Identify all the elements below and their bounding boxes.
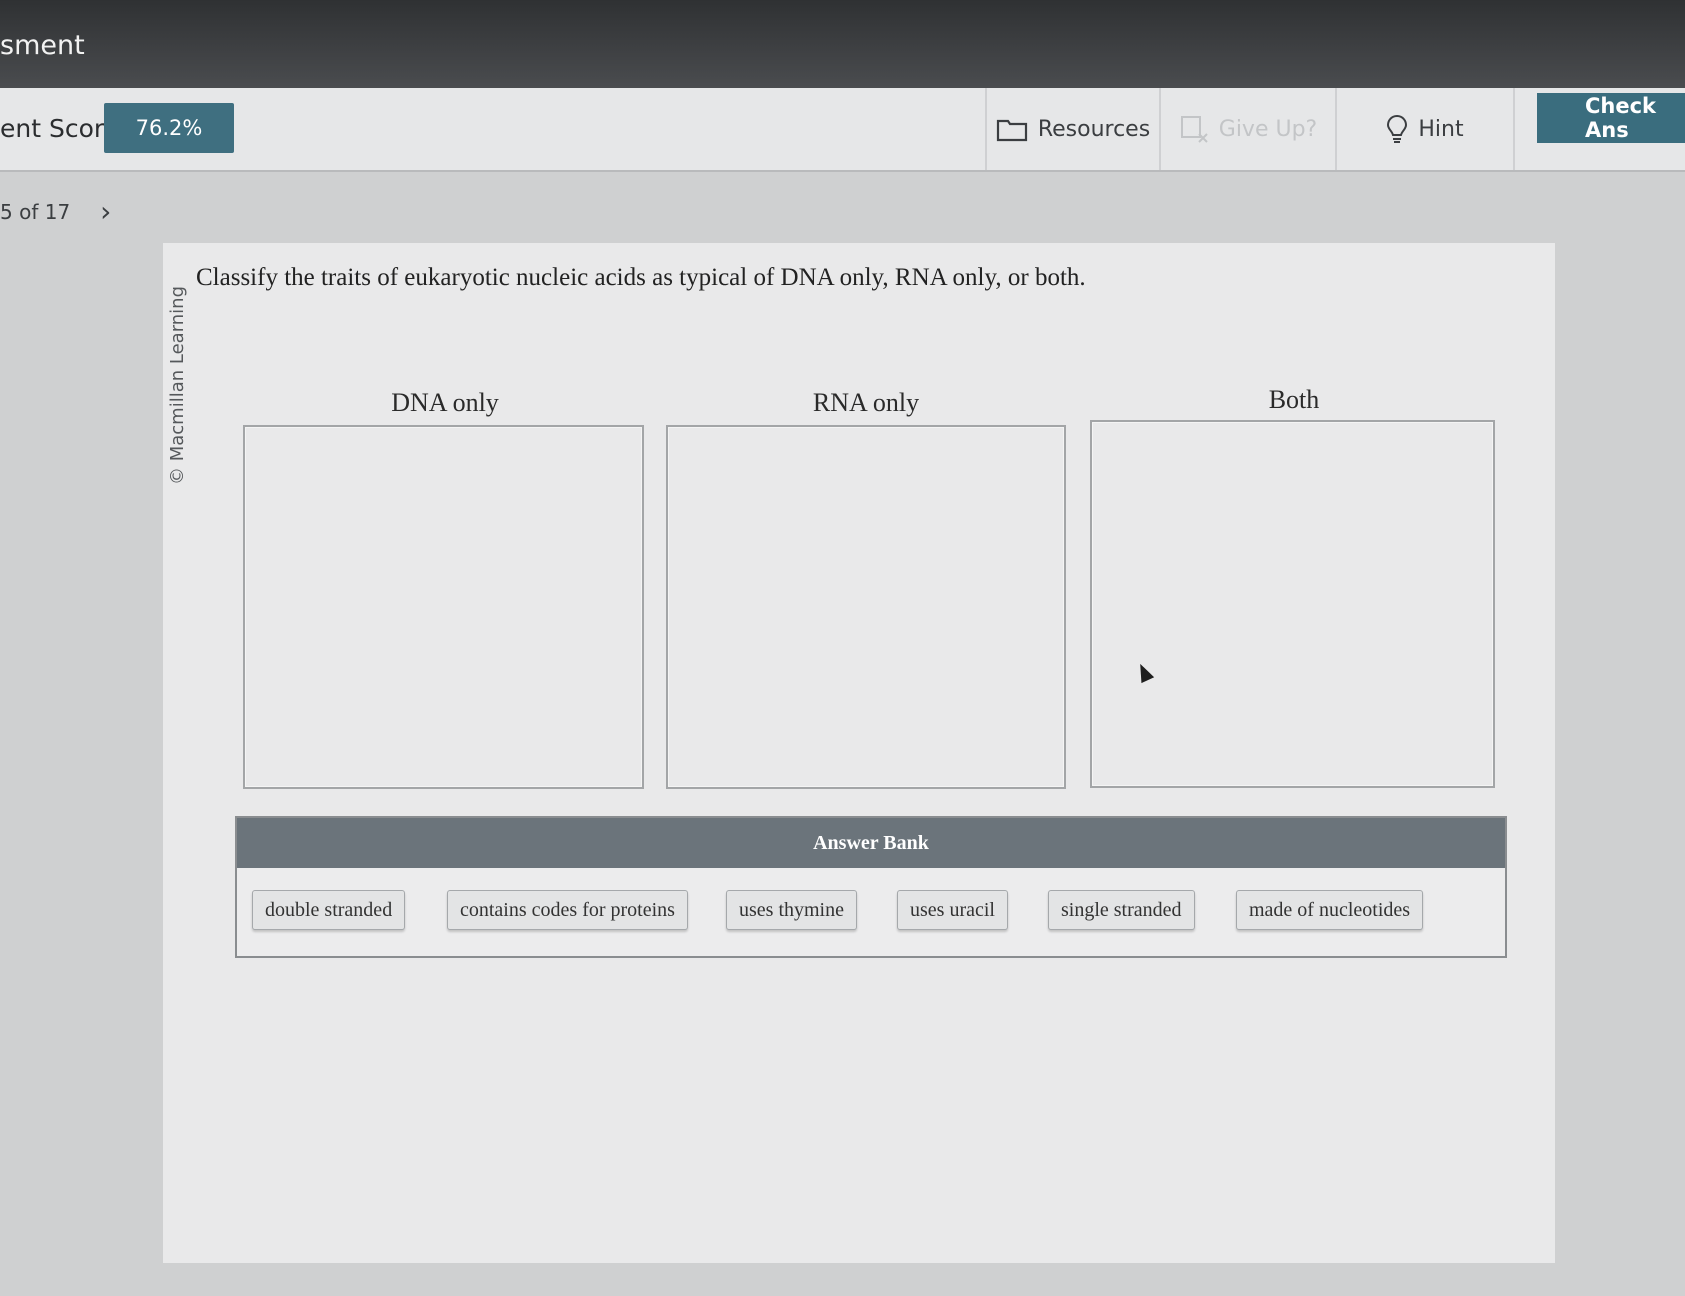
assignment-title: sment [0, 30, 85, 61]
score-badge: 76.2% [104, 103, 234, 153]
next-question-icon[interactable]: › [100, 195, 111, 228]
hint-label: Hint [1418, 116, 1464, 142]
answer-chip-contains-codes-for-proteins[interactable]: contains codes for proteins [447, 890, 688, 930]
bin-label-dna-only: DNA only [391, 388, 499, 417]
toolbar: ent Score: 76.2% Resources Give Up? Hint [0, 88, 1685, 172]
copyright-text: © Macmillan Learning [167, 285, 188, 485]
answer-chip-uses-thymine[interactable]: uses thymine [726, 890, 857, 930]
answer-chip-made-of-nucleotides[interactable]: made of nucleotides [1236, 890, 1424, 930]
resources-label: Resources [1037, 116, 1151, 142]
lightbulb-icon [1387, 114, 1408, 143]
question-pager: 5 of 17 › [0, 195, 111, 228]
answer-bank-title: Answer Bank [237, 818, 1505, 868]
give-up-icon [1180, 116, 1208, 143]
folder-icon [996, 119, 1027, 142]
answer-bank: Answer Bank double stranded contains cod… [235, 816, 1507, 958]
bin-label-rna-only: RNA only [812, 388, 920, 417]
question-counter: 5 of 17 [0, 199, 71, 224]
question-prompt: Classify the traits of eukaryotic nuclei… [196, 264, 1086, 291]
answer-chip-uses-uracil[interactable]: uses uracil [897, 890, 1008, 930]
top-bar: sment [0, 0, 1685, 88]
give-up-button[interactable]: Give Up? [1159, 88, 1335, 170]
resources-button[interactable]: Resources [985, 88, 1159, 170]
hint-button[interactable]: Hint [1335, 88, 1513, 170]
dna-only-drop-zone[interactable] [243, 425, 644, 789]
answer-chip-double-stranded[interactable]: double stranded [252, 890, 406, 930]
both-drop-zone[interactable] [1090, 420, 1495, 788]
check-answer-button[interactable]: Check Ans [1537, 93, 1685, 143]
rna-only-drop-zone[interactable] [666, 425, 1066, 789]
answer-chip-single-stranded[interactable]: single stranded [1048, 890, 1195, 930]
bin-label-both: Both [1268, 385, 1320, 414]
toolbar-divider [1513, 88, 1535, 170]
give-up-label: Give Up? [1218, 116, 1318, 142]
